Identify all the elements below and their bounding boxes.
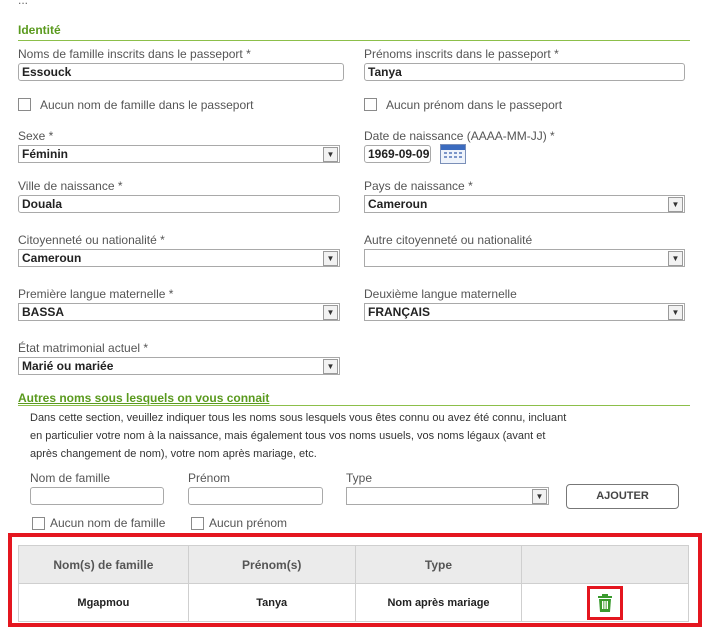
- first-language-select[interactable]: BASSA ▼: [18, 303, 340, 321]
- other-citizenship-select[interactable]: ▼: [364, 249, 685, 267]
- surname-label: Noms de famille inscrits dans le passepo…: [18, 47, 251, 61]
- birth-country-select[interactable]: Cameroun ▼: [364, 195, 685, 213]
- no-given-name-checkbox[interactable]: [364, 98, 377, 111]
- marital-status-select[interactable]: Marié ou mariée ▼: [18, 357, 340, 375]
- row-type: Nom après mariage: [354, 583, 523, 622]
- no-other-surname-label: Aucun nom de famille: [50, 516, 166, 530]
- sex-selected-value: Féminin: [22, 147, 69, 161]
- header-partial: ...: [18, 0, 29, 7]
- section-title-identite: Identité: [18, 23, 61, 37]
- chevron-down-icon: ▼: [323, 359, 338, 374]
- table-header-row: Nom(s) de famille Prénom(s) Type: [18, 545, 689, 584]
- column-header-given: Prénom(s): [187, 545, 356, 584]
- no-other-given-label: Aucun prénom: [209, 516, 288, 530]
- no-given-name-label: Aucun prénom dans le passeport: [386, 98, 563, 112]
- column-header-type: Type: [354, 545, 523, 584]
- add-button[interactable]: AJOUTER: [566, 484, 679, 509]
- other-names-description: Dans cette section, veuillez indiquer to…: [30, 412, 567, 460]
- citizenship-select[interactable]: Cameroun ▼: [18, 249, 340, 267]
- column-header-surname: Nom(s) de famille: [18, 545, 189, 584]
- chevron-down-icon: ▼: [532, 489, 547, 504]
- other-given-label: Prénom: [188, 471, 231, 485]
- second-language-selected-value: FRANÇAIS: [368, 305, 430, 319]
- birth-country-label: Pays de naissance *: [364, 179, 473, 193]
- birth-city-label: Ville de naissance *: [18, 179, 123, 193]
- other-given-input[interactable]: [188, 487, 323, 505]
- column-header-actions: [521, 545, 689, 584]
- other-surname-label: Nom de famille: [30, 471, 111, 485]
- marital-status-selected-value: Marié ou mariée: [22, 359, 114, 373]
- row-actions: [521, 583, 689, 622]
- second-language-label: Deuxième langue maternelle: [364, 287, 517, 301]
- section-divider: [18, 405, 690, 406]
- no-surname-checkbox[interactable]: [18, 98, 31, 111]
- birth-country-selected-value: Cameroun: [368, 197, 428, 211]
- other-surname-input[interactable]: [30, 487, 164, 505]
- citizenship-label: Citoyenneté ou nationalité *: [18, 233, 165, 247]
- birth-city-input[interactable]: Douala: [18, 195, 340, 213]
- chevron-down-icon: ▼: [668, 251, 683, 266]
- section-title-other-names: Autres noms sous lesquels on vous connai…: [18, 391, 270, 405]
- second-language-select[interactable]: FRANÇAIS ▼: [364, 303, 685, 321]
- citizenship-selected-value: Cameroun: [22, 251, 82, 265]
- sex-label: Sexe *: [18, 129, 54, 143]
- other-type-select[interactable]: ▼: [346, 487, 549, 505]
- no-other-given-checkbox[interactable]: [191, 517, 204, 530]
- chevron-down-icon: ▼: [323, 147, 338, 162]
- other-type-label: Type: [346, 471, 373, 485]
- calendar-icon[interactable]: [440, 144, 466, 164]
- no-surname-label: Aucun nom de famille dans le passeport: [40, 98, 254, 112]
- chevron-down-icon: ▼: [668, 305, 683, 320]
- section-divider: [18, 40, 690, 41]
- marital-status-label: État matrimonial actuel *: [18, 341, 149, 355]
- row-surname: Mgapmou: [18, 583, 189, 622]
- row-given: Tanya: [187, 583, 356, 622]
- trash-icon: [598, 593, 613, 612]
- form-page: { "header_partial": "...", "identite": {…: [0, 0, 711, 631]
- other-names-table: Nom(s) de famille Prénom(s) Type Mgapmou…: [18, 545, 689, 622]
- sex-select[interactable]: Féminin ▼: [18, 145, 340, 163]
- given-name-label: Prénoms inscrits dans le passeport *: [364, 47, 559, 61]
- chevron-down-icon: ▼: [668, 197, 683, 212]
- chevron-down-icon: ▼: [323, 305, 338, 320]
- first-language-label: Première langue maternelle *: [18, 287, 174, 301]
- no-other-surname-checkbox[interactable]: [32, 517, 45, 530]
- dob-label: Date de naissance (AAAA-MM-JJ) *: [364, 129, 555, 143]
- dob-input[interactable]: 1969-09-09: [364, 145, 431, 163]
- given-name-input[interactable]: Tanya: [364, 63, 685, 81]
- table-row: Mgapmou Tanya Nom après mariage: [18, 583, 689, 622]
- surname-input[interactable]: Essouck: [18, 63, 344, 81]
- chevron-down-icon: ▼: [323, 251, 338, 266]
- first-language-selected-value: BASSA: [22, 305, 65, 319]
- other-citizenship-label: Autre citoyenneté ou nationalité: [364, 233, 533, 247]
- delete-button[interactable]: [587, 585, 624, 620]
